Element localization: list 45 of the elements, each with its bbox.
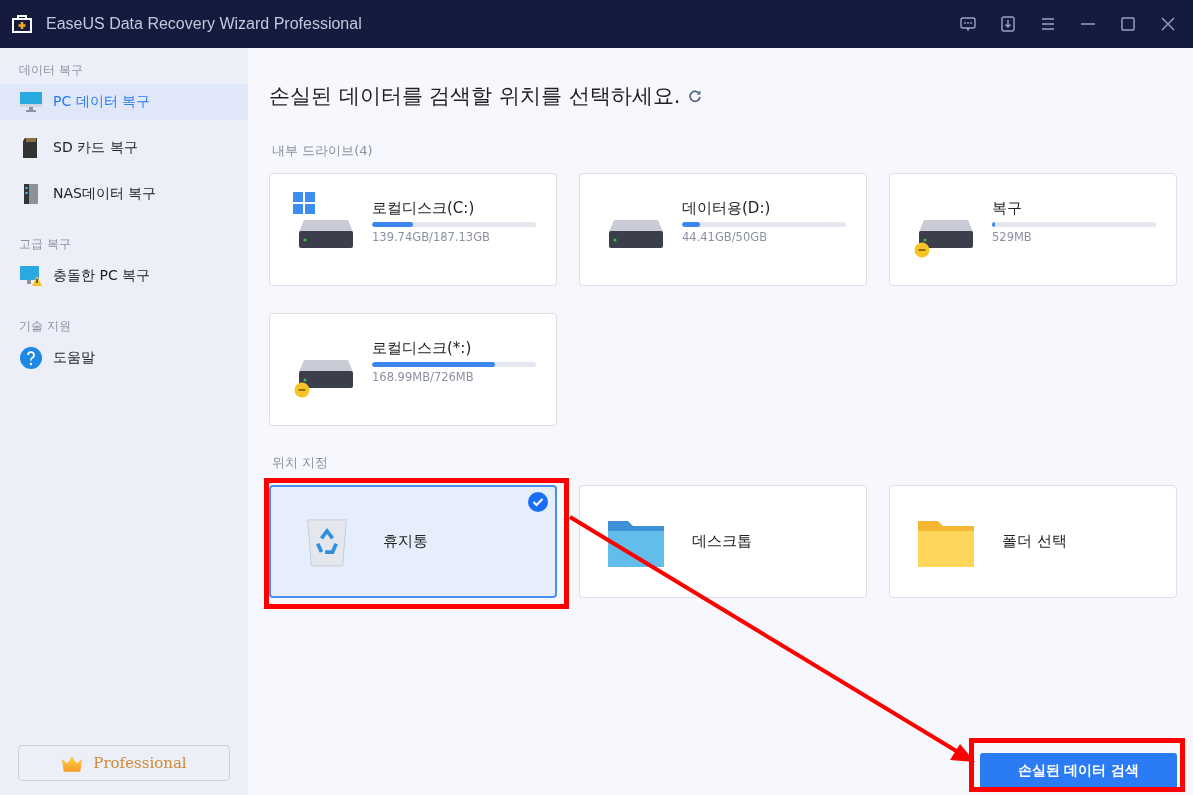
help-icon [19, 346, 43, 370]
drive-name: 로컬디스크(*:) [372, 339, 473, 358]
drive-name: 데이터용(D:) [682, 199, 772, 218]
drive-card[interactable]: 복구 529MB [889, 173, 1177, 286]
sidebar-item[interactable]: 도움말 [0, 340, 248, 376]
close-icon[interactable] [1159, 15, 1177, 33]
location-name: 폴더 선택 [1002, 532, 1067, 551]
location-card[interactable]: 폴더 선택 [889, 485, 1177, 598]
sidebar-heading: 데이터 복구 [18, 62, 84, 79]
sidebar-heading: 기술 지원 [18, 318, 72, 335]
drive-usage: 139.74GB/187.13GB [372, 230, 491, 244]
sidebar-item[interactable]: SD 카드 복구 [0, 130, 248, 166]
chat-icon[interactable] [959, 15, 977, 33]
drive-name: 로컬디스크(C:) [372, 199, 476, 218]
drive-usage: 168.99MB/726MB [372, 370, 475, 384]
drive-name: 복구 [992, 199, 1023, 218]
crown-icon [61, 754, 84, 772]
maximize-icon[interactable] [1119, 15, 1137, 33]
checkmark-icon [528, 492, 548, 512]
location-name: 휴지통 [383, 532, 428, 551]
sidebar-heading: 고급 복구 [18, 236, 72, 253]
page-heading: 손실된 데이터를 검색할 위치를 선택하세요. [269, 83, 681, 110]
drive-usage: 44.41GB/50GB [682, 230, 769, 244]
warning-badge-icon [914, 241, 930, 258]
download-icon[interactable] [999, 15, 1017, 33]
first-aid-kit-icon [12, 15, 32, 33]
drive-card[interactable]: 데이터용(D:) 44.41GB/50GB [579, 173, 867, 286]
section-heading: 위치 지정 [272, 454, 330, 472]
drive-usage: 529MB [992, 230, 1033, 244]
sidebar-item[interactable]: NAS데이터 복구 [0, 176, 248, 212]
window-title: EaseUS Data Recovery Wizard Professional [46, 15, 362, 33]
monitor-icon [19, 90, 43, 114]
menu-icon[interactable] [1039, 15, 1057, 33]
scan-button[interactable]: 손실된 데이터 검색 [980, 753, 1177, 789]
drive-card[interactable]: 로컬디스크(C:) 139.74GB/187.13GB [269, 173, 557, 286]
refresh-icon[interactable] [688, 89, 703, 103]
location-card[interactable]: 데스크톱 [579, 485, 867, 598]
windows-logo-icon [293, 191, 315, 214]
warning-badge-icon [294, 381, 310, 398]
section-heading: 내부 드라이브(4) [272, 142, 374, 160]
monitor-warning-icon [19, 264, 43, 288]
location-name: 데스크톱 [692, 532, 752, 551]
drive-card[interactable]: 로컬디스크(*:) 168.99MB/726MB [269, 313, 557, 426]
location-card[interactable]: 휴지통 [269, 485, 557, 598]
sidebar-item[interactable]: 충돌한 PC 복구 [0, 258, 248, 294]
